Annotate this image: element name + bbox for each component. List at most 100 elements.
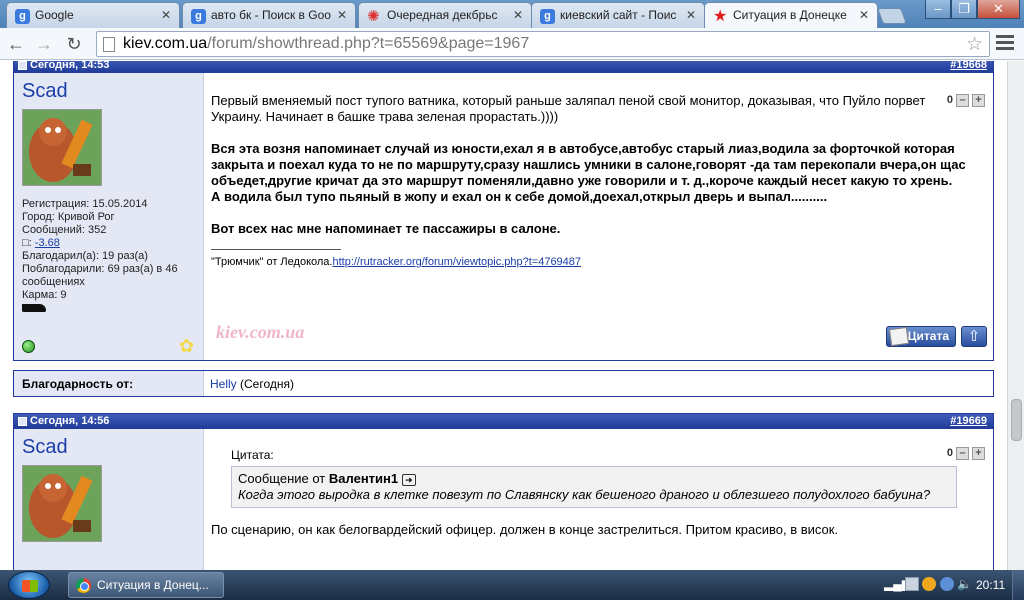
close-window-button[interactable]: ✕: [977, 0, 1020, 19]
post-text-story: Вся эта возня напоминает случай из юност…: [211, 141, 966, 188]
tab-situatsiya[interactable]: ★ Ситуация в Донецке ✕: [704, 2, 878, 28]
post-text-conclusion: Вот всех нас мне напоминает те пассажиры…: [211, 221, 561, 236]
quote-block: Цитата: Сообщение от Валентин1 ➜ Когда э…: [231, 447, 957, 508]
clock[interactable]: 20:11: [976, 578, 1005, 592]
tab-ocherednaya[interactable]: ✺ Очередная декбрьс ✕: [358, 2, 532, 28]
post-header: Сегодня, 14:56 #19669: [14, 414, 993, 429]
chrome-icon: [76, 578, 91, 593]
post-content: 0– + Цитата: Сообщение от Валентин1 ➜ Ког…: [204, 429, 993, 570]
start-button[interactable]: [8, 571, 50, 599]
app-tray-icon[interactable]: [940, 577, 954, 591]
quote-title: Цитата:: [231, 448, 274, 462]
post-date: Сегодня, 14:53: [30, 61, 110, 71]
post-header: Сегодня, 14:53 #19668: [14, 61, 993, 73]
tab-title: Ситуация в Донецке: [733, 8, 847, 22]
browser-toolbar: ← → ↻ kiev.com.ua/forum/showthread.php?t…: [0, 28, 1024, 60]
tab-title: киевский сайт - Поис: [560, 8, 677, 22]
karma-value: Карма: 9: [22, 289, 67, 301]
post-text-intro: Первый вменяемый пост тупого ватника, ко…: [211, 93, 926, 124]
reload-icon[interactable]: ↻: [62, 32, 86, 56]
scroll-top-button[interactable]: ⇧: [961, 326, 987, 347]
post-content: 0– + Первый вменяемый пост тупого ватника…: [204, 73, 993, 360]
thanked-count: Благодарил(а): 19 раз(а): [22, 250, 148, 262]
close-icon[interactable]: ✕: [686, 8, 696, 22]
watermark: kiev.com.ua: [216, 322, 305, 342]
forum-post: Сегодня, 14:53 #19668 Scad Регистрация: …: [13, 61, 994, 361]
rate-minus-button[interactable]: –: [956, 93, 969, 107]
update-icon[interactable]: [922, 577, 936, 591]
forum-post: Сегодня, 14:56 #19669 Scad 0– + Цитата: …: [13, 413, 994, 570]
bookmark-star-icon[interactable]: ☆: [966, 33, 983, 56]
show-desktop-button[interactable]: [1012, 570, 1024, 600]
post-number-link[interactable]: #19668: [950, 61, 987, 72]
google-icon: g: [540, 9, 555, 24]
view-post-arrow-icon[interactable]: ➜: [401, 473, 416, 486]
rate-plus-button[interactable]: +: [972, 93, 985, 107]
menu-icon[interactable]: [996, 35, 1014, 51]
address-bar[interactable]: kiev.com.ua/forum/showthread.php?t=65569…: [96, 31, 990, 57]
registration-date: Регистрация: 15.05.2014: [22, 198, 148, 210]
tab-google[interactable]: g Google ✕: [6, 2, 180, 28]
thanks-users: Helly (Сегодня): [210, 377, 294, 391]
taskbar-chrome-window[interactable]: Ситуация в Донец...: [68, 572, 224, 598]
reputation-icon: □: [22, 237, 29, 249]
minimize-button[interactable]: –: [925, 0, 951, 19]
tab-title: авто бк - Поиск в Goo: [211, 8, 331, 22]
close-icon[interactable]: ✕: [161, 8, 171, 22]
page-viewport: Сегодня, 14:53 #19668 Scad Регистрация: …: [0, 61, 1007, 570]
scrollbar-thumb[interactable]: [1011, 399, 1022, 441]
windows-logo-icon: [22, 580, 38, 592]
forward-arrow-icon[interactable]: →: [32, 32, 56, 56]
post-text: По сценарию, он как белогвардейский офиц…: [211, 522, 839, 537]
quote-pencil-icon: [888, 326, 910, 347]
new-tab-button[interactable]: [877, 8, 907, 24]
quote-header: Сообщение от Валентин1 ➜: [238, 471, 950, 487]
tab-avto-bk[interactable]: g авто бк - Поиск в Goo ✕: [182, 2, 356, 28]
user-city: Город: Кривой Рог: [22, 211, 115, 223]
rate-plus-button[interactable]: +: [972, 446, 985, 460]
taskbar: Ситуация в Донец... ▂▄▆ 🔈 20:11: [0, 570, 1024, 600]
restore-button[interactable]: ❐: [951, 0, 977, 19]
thanks-label: Благодарность от:: [14, 371, 204, 396]
reputation-row: □: -3.68: [22, 237, 60, 249]
post-number-link[interactable]: #19669: [950, 414, 987, 428]
reputation-link[interactable]: -3.68: [35, 237, 60, 249]
message-count: Сообщений: 352: [22, 224, 107, 236]
browser-titlebar: g Google ✕ g авто бк - Поиск в Goo ✕ ✺ О…: [0, 0, 1024, 28]
avatar: [22, 109, 102, 186]
online-status-icon: [22, 340, 35, 353]
quote-text: Когда этого выродка в клетке повезут по …: [238, 487, 931, 502]
close-icon[interactable]: ✕: [337, 8, 347, 22]
close-icon[interactable]: ✕: [859, 8, 869, 22]
post-date: Сегодня, 14:56: [30, 415, 110, 427]
user-info-panel: Scad Регистрация: 15.05.2014 Город: Крив…: [14, 73, 204, 360]
signature-divider: [211, 249, 341, 250]
quote-author: Валентин1: [328, 471, 399, 486]
username-link[interactable]: Scad: [22, 436, 195, 459]
quote-button[interactable]: Цитата: [886, 326, 956, 347]
thanks-row: Благодарность от: Helly (Сегодня): [13, 370, 994, 397]
google-icon: g: [191, 9, 206, 24]
flower-icon: ✺: [367, 8, 380, 25]
post-rating: 0– +: [947, 92, 985, 108]
vertical-scrollbar[interactable]: [1007, 61, 1024, 570]
red-star-icon: ★: [713, 8, 728, 25]
username-link[interactable]: Scad: [22, 80, 195, 103]
url-text: kiev.com.ua/forum/showthread.php?t=65569…: [123, 35, 530, 52]
signature: "Трюмчик" от Ледокола.http://rutracker.o…: [211, 256, 582, 268]
signature-link[interactable]: http://rutracker.org/forum/viewtopic.php…: [332, 256, 581, 268]
post-icon: [18, 417, 27, 426]
network-icon[interactable]: [905, 577, 919, 591]
thanks-user-link[interactable]: Helly: [210, 377, 237, 391]
post-rating: 0– +: [947, 445, 985, 461]
avatar: [22, 465, 102, 542]
rate-minus-button[interactable]: –: [956, 446, 969, 460]
close-icon[interactable]: ✕: [513, 8, 523, 22]
post-icon: [18, 61, 27, 70]
google-icon: g: [15, 9, 30, 24]
tab-title: Очередная декбрьс: [387, 8, 498, 22]
tab-kievskiy-sait[interactable]: g киевский сайт - Поис ✕: [531, 2, 705, 28]
volume-icon[interactable]: 🔈: [957, 577, 972, 591]
back-arrow-icon[interactable]: ←: [4, 32, 28, 56]
post-text-story-end: А водила был тупо пьяный в жопу и ехал о…: [211, 189, 828, 204]
